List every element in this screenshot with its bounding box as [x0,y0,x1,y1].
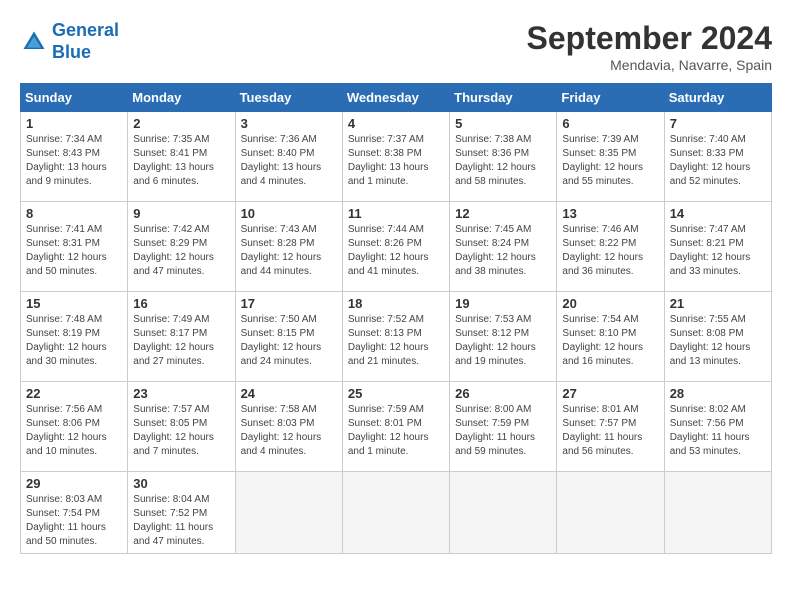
day-1: 1 Sunrise: 7:34 AMSunset: 8:43 PMDayligh… [21,112,128,202]
day-3: 3 Sunrise: 7:36 AMSunset: 8:40 PMDayligh… [235,112,342,202]
logo-text: General Blue [52,20,119,63]
day-11: 11 Sunrise: 7:44 AMSunset: 8:26 PMDaylig… [342,202,449,292]
day-10: 10 Sunrise: 7:43 AMSunset: 8:28 PMDaylig… [235,202,342,292]
day-14: 14 Sunrise: 7:47 AMSunset: 8:21 PMDaylig… [664,202,771,292]
day-9: 9 Sunrise: 7:42 AMSunset: 8:29 PMDayligh… [128,202,235,292]
day-2: 2 Sunrise: 7:35 AMSunset: 8:41 PMDayligh… [128,112,235,202]
empty-cell-4 [557,472,664,554]
day-30: 30 Sunrise: 8:04 AMSunset: 7:52 PMDaylig… [128,472,235,554]
logo-line2: Blue [52,42,91,62]
empty-cell-2 [342,472,449,554]
month-title: September 2024 [527,20,772,57]
day-6: 6 Sunrise: 7:39 AMSunset: 8:35 PMDayligh… [557,112,664,202]
week-row-2: 8 Sunrise: 7:41 AMSunset: 8:31 PMDayligh… [21,202,772,292]
day-24: 24 Sunrise: 7:58 AMSunset: 8:03 PMDaylig… [235,382,342,472]
day-12: 12 Sunrise: 7:45 AMSunset: 8:24 PMDaylig… [450,202,557,292]
day-18: 18 Sunrise: 7:52 AMSunset: 8:13 PMDaylig… [342,292,449,382]
day-25: 25 Sunrise: 7:59 AMSunset: 8:01 PMDaylig… [342,382,449,472]
page-header: General Blue September 2024 Mendavia, Na… [20,20,772,73]
logo: General Blue [20,20,119,63]
empty-cell-3 [450,472,557,554]
day-29: 29 Sunrise: 8:03 AMSunset: 7:54 PMDaylig… [21,472,128,554]
day-21: 21 Sunrise: 7:55 AMSunset: 8:08 PMDaylig… [664,292,771,382]
week-row-1: 1 Sunrise: 7:34 AMSunset: 8:43 PMDayligh… [21,112,772,202]
col-sunday: Sunday [21,84,128,112]
location: Mendavia, Navarre, Spain [527,57,772,73]
calendar-table: Sunday Monday Tuesday Wednesday Thursday… [20,83,772,554]
day-19: 19 Sunrise: 7:53 AMSunset: 8:12 PMDaylig… [450,292,557,382]
title-block: September 2024 Mendavia, Navarre, Spain [527,20,772,73]
day-13: 13 Sunrise: 7:46 AMSunset: 8:22 PMDaylig… [557,202,664,292]
col-friday: Friday [557,84,664,112]
header-row: Sunday Monday Tuesday Wednesday Thursday… [21,84,772,112]
week-row-4: 22 Sunrise: 7:56 AMSunset: 8:06 PMDaylig… [21,382,772,472]
week-row-5: 29 Sunrise: 8:03 AMSunset: 7:54 PMDaylig… [21,472,772,554]
col-wednesday: Wednesday [342,84,449,112]
day-4: 4 Sunrise: 7:37 AMSunset: 8:38 PMDayligh… [342,112,449,202]
col-tuesday: Tuesday [235,84,342,112]
day-26: 26 Sunrise: 8:00 AMSunset: 7:59 PMDaylig… [450,382,557,472]
empty-cell-5 [664,472,771,554]
day-28: 28 Sunrise: 8:02 AMSunset: 7:56 PMDaylig… [664,382,771,472]
day-16: 16 Sunrise: 7:49 AMSunset: 8:17 PMDaylig… [128,292,235,382]
calendar-body: 1 Sunrise: 7:34 AMSunset: 8:43 PMDayligh… [21,112,772,554]
empty-cell-1 [235,472,342,554]
day-8: 8 Sunrise: 7:41 AMSunset: 8:31 PMDayligh… [21,202,128,292]
day-22: 22 Sunrise: 7:56 AMSunset: 8:06 PMDaylig… [21,382,128,472]
day-17: 17 Sunrise: 7:50 AMSunset: 8:15 PMDaylig… [235,292,342,382]
col-saturday: Saturday [664,84,771,112]
day-27: 27 Sunrise: 8:01 AMSunset: 7:57 PMDaylig… [557,382,664,472]
col-monday: Monday [128,84,235,112]
day-20: 20 Sunrise: 7:54 AMSunset: 8:10 PMDaylig… [557,292,664,382]
logo-line1: General [52,20,119,40]
day-23: 23 Sunrise: 7:57 AMSunset: 8:05 PMDaylig… [128,382,235,472]
logo-icon [20,28,48,56]
week-row-3: 15 Sunrise: 7:48 AMSunset: 8:19 PMDaylig… [21,292,772,382]
day-7: 7 Sunrise: 7:40 AMSunset: 8:33 PMDayligh… [664,112,771,202]
day-15: 15 Sunrise: 7:48 AMSunset: 8:19 PMDaylig… [21,292,128,382]
col-thursday: Thursday [450,84,557,112]
day-5: 5 Sunrise: 7:38 AMSunset: 8:36 PMDayligh… [450,112,557,202]
